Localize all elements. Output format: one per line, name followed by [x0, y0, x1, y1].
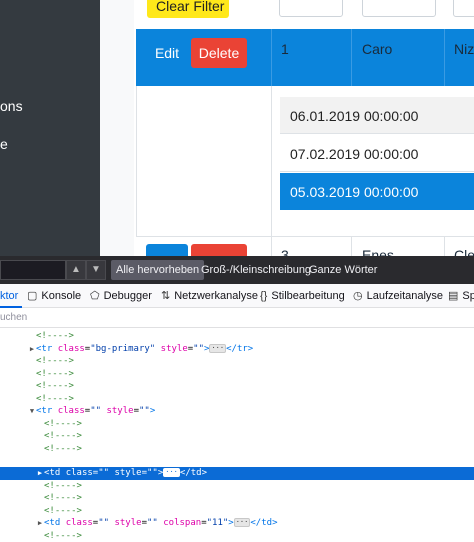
content-margin: [100, 0, 134, 256]
cell-divider: [351, 236, 352, 256]
sidebar-item-partial-2[interactable]: e: [0, 136, 8, 152]
find-prev-button[interactable]: ▲: [66, 260, 86, 280]
highlight-all-toggle[interactable]: Alle hervorheben: [111, 260, 204, 280]
performance-icon: ◷: [353, 284, 363, 308]
cell-divider: [444, 29, 445, 86]
debugger-icon: ⬠: [90, 284, 100, 308]
markup-node-td-selected[interactable]: ▶<td class="" style="">···</td>: [0, 467, 474, 480]
html-search-field[interactable]: uchen: [0, 308, 474, 328]
markup-node-comment[interactable]: <!---->: [0, 380, 474, 393]
webpage-viewport: ons e Clear Filter Edit Delete 1 Caro Ni…: [0, 0, 474, 256]
html-search-placeholder: uchen: [0, 312, 27, 323]
tab-style-editor[interactable]: {} Stilbearbeitung: [260, 284, 345, 308]
devtools-panel: ▲ ▼ Alle hervorheben Groß-/Kleinschreibu…: [0, 256, 474, 535]
find-input[interactable]: [0, 260, 66, 280]
tab-performance-label: Laufzeitanalyse: [367, 290, 443, 302]
cell-divider: [444, 236, 445, 256]
date-subtable: 06.01.2019 00:00:00 07.02.2019 00:00:00 …: [280, 97, 474, 211]
filter-input-col3[interactable]: [453, 0, 474, 17]
markup-node-comment[interactable]: <!---->: [0, 443, 474, 456]
network-icon: ⇅: [161, 284, 170, 308]
match-case-toggle[interactable]: Groß-/Kleinschreibung: [196, 260, 316, 280]
cell-divider: [271, 236, 272, 256]
tab-storage[interactable]: ▤ Sp: [448, 284, 474, 308]
markup-node-tr-expanded[interactable]: ▼<tr class="" style="">: [0, 405, 474, 418]
date-row-selected[interactable]: 05.03.2019 00:00:00: [280, 173, 474, 210]
cell-id: 1: [281, 41, 289, 57]
edit-button[interactable]: Edit: [147, 39, 187, 67]
tab-performance[interactable]: ◷ Laufzeitanalyse: [353, 284, 443, 308]
tab-storage-label: Sp: [462, 290, 474, 302]
tab-debugger-label: Debugger: [104, 290, 152, 302]
tab-network[interactable]: ⇅ Netzwerkanalyse: [161, 284, 258, 308]
collapsed-content-badge[interactable]: ···: [163, 468, 180, 477]
cell-divider: [271, 29, 272, 86]
cell-divider: [271, 86, 272, 236]
markup-node-comment[interactable]: <!---->: [0, 418, 474, 431]
tab-style-editor-label: Stilbearbeitung: [271, 290, 344, 302]
find-next-button[interactable]: ▼: [86, 260, 106, 280]
tab-network-label: Netzwerkanalyse: [174, 290, 258, 302]
date-row[interactable]: 06.01.2019 00:00:00: [280, 97, 474, 134]
markup-node-comment[interactable]: <!---->: [0, 530, 474, 542]
delete-button-row3[interactable]: [191, 244, 247, 256]
edit-button-row3[interactable]: [146, 244, 188, 256]
tab-console[interactable]: ▢ Konsole: [27, 284, 81, 308]
cell-divider: [136, 86, 137, 236]
markup-node-tr-primary[interactable]: ▶<tr class="bg-primary" style="">···</tr…: [0, 343, 474, 356]
console-icon: ▢: [27, 284, 37, 308]
markup-node-comment[interactable]: <!---->: [0, 393, 474, 406]
clear-filter-button[interactable]: Clear Filter: [147, 0, 229, 18]
delete-button[interactable]: Delete: [191, 38, 247, 68]
tab-inspector-label: ktor: [0, 290, 18, 302]
markup-node-comment[interactable]: <!---->: [0, 492, 474, 505]
cell-name: Caro: [362, 41, 392, 57]
markup-node-comment[interactable]: <!---->: [0, 430, 474, 443]
collapsed-content-badge[interactable]: ···: [234, 518, 251, 527]
date-row[interactable]: 07.02.2019 00:00:00: [280, 135, 474, 172]
filter-input-id[interactable]: [279, 0, 343, 17]
devtools-tabs: ktor ▢ Konsole ⬠ Debugger ⇅ Netzwerkanalyse…: [0, 284, 474, 308]
expand-arrow-icon[interactable]: ▶: [36, 517, 44, 530]
markup-node-td-colspan[interactable]: ▶<td class="" style="" colspan="11">···<…: [0, 517, 474, 530]
style-editor-icon: {}: [260, 284, 267, 308]
markup-node-comment[interactable]: <!---->: [0, 355, 474, 368]
collapse-arrow-icon[interactable]: ▼: [28, 405, 36, 418]
tab-inspector[interactable]: ktor: [0, 284, 18, 308]
collapsed-content-badge[interactable]: ···: [209, 344, 226, 353]
markup-node-comment[interactable]: <!---->: [0, 505, 474, 518]
cell-col3: Niz: [454, 41, 474, 57]
sidebar-item-partial-1[interactable]: ons: [0, 98, 23, 114]
cell-name: Enes: [362, 247, 394, 256]
find-bar: ▲ ▼ Alle hervorheben Groß-/Kleinschreibu…: [0, 256, 474, 284]
markup-node-comment[interactable]: <!---->: [0, 480, 474, 493]
tab-console-label: Konsole: [41, 290, 81, 302]
cell-col3: Cle: [454, 247, 474, 256]
expand-arrow-icon[interactable]: ▶: [28, 343, 36, 356]
filter-input-name[interactable]: [362, 0, 436, 17]
tab-debugger[interactable]: ⬠ Debugger: [90, 284, 152, 308]
markup-node-comment[interactable]: <!---->: [0, 330, 474, 343]
row-divider: [136, 236, 474, 237]
storage-icon: ▤: [448, 284, 458, 308]
whole-words-toggle[interactable]: Ganze Wörter: [304, 260, 382, 280]
expand-arrow-icon[interactable]: ▶: [36, 467, 44, 480]
cell-id: 3: [281, 247, 289, 256]
cell-divider: [351, 29, 352, 86]
markup-node-comment[interactable]: <!---->: [0, 368, 474, 381]
sidebar: ons e: [0, 0, 100, 256]
